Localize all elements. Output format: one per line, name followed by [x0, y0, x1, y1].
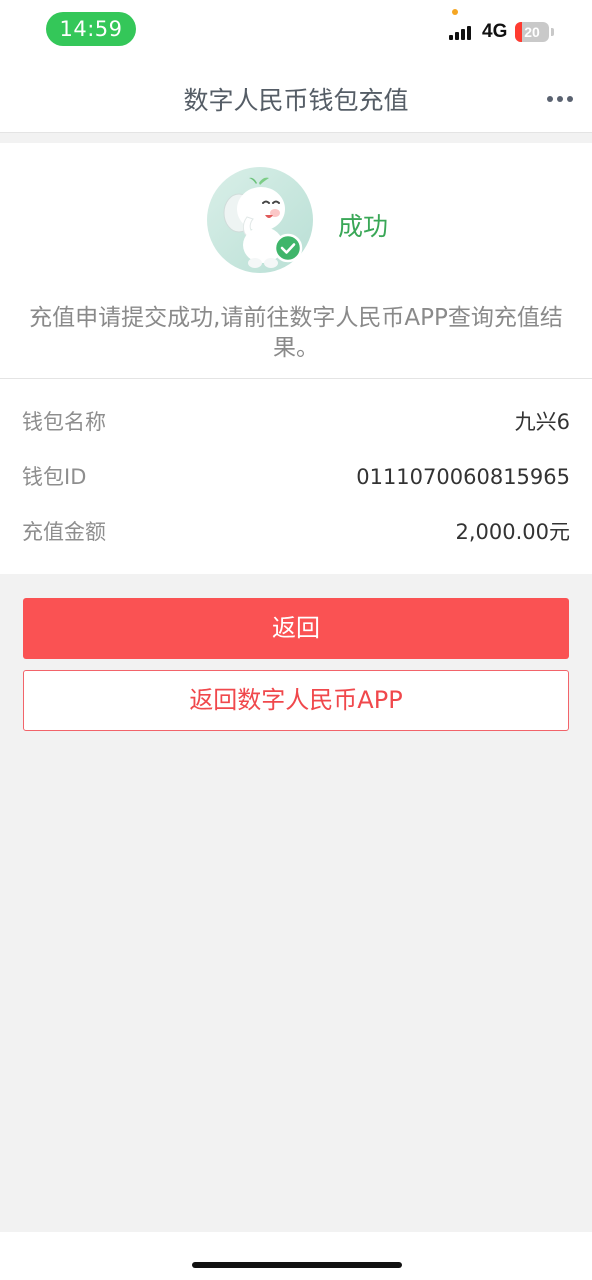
- result-section: 成功 充值申请提交成功,请前往数字人民币APP查询充值结果。: [0, 143, 592, 379]
- detail-row-wallet-name: 钱包名称 九兴6: [22, 402, 570, 442]
- result-message: 充值申请提交成功,请前往数字人民币APP查询充值结果。: [29, 305, 563, 361]
- result-status: 成功: [338, 212, 389, 241]
- page-title: 数字人民币钱包充值: [183, 86, 409, 115]
- amount-value: 2,000.00元: [455, 520, 570, 544]
- more-icon[interactable]: [540, 95, 576, 105]
- wallet-name-label: 钱包名称: [22, 410, 106, 434]
- wallet-id-label: 钱包ID: [22, 465, 87, 489]
- detail-row-wallet-id: 钱包ID 0111070060815965: [22, 457, 570, 497]
- cellular-signal-icon: [449, 24, 477, 40]
- wallet-details: 钱包名称 九兴6 钱包ID 0111070060815965 充值金额 2,00…: [0, 379, 592, 574]
- wallet-id-value: 0111070060815965: [356, 465, 570, 489]
- nav-bar: 数字人民币钱包充值: [0, 62, 592, 133]
- battery-cap: [551, 28, 554, 36]
- network-type: 4G: [482, 21, 508, 42]
- back-button[interactable]: 返回: [23, 598, 569, 659]
- home-indicator[interactable]: [192, 1262, 402, 1268]
- wallet-name-value: 九兴6: [514, 410, 570, 434]
- bottom-safe-area: [0, 1232, 592, 1280]
- elephant-mascot-icon: [207, 167, 313, 273]
- amount-label: 充值金额: [22, 520, 106, 544]
- privacy-indicator-dot: [452, 9, 458, 15]
- detail-row-amount: 充值金额 2,000.00元: [22, 512, 570, 552]
- status-bar: 14:59 4G 20: [0, 0, 592, 62]
- battery-percentage: 20: [524, 24, 540, 40]
- back-to-app-button[interactable]: 返回数字人民币APP: [23, 670, 569, 731]
- status-time: 14:59: [46, 12, 136, 46]
- battery-icon: 20: [515, 22, 549, 42]
